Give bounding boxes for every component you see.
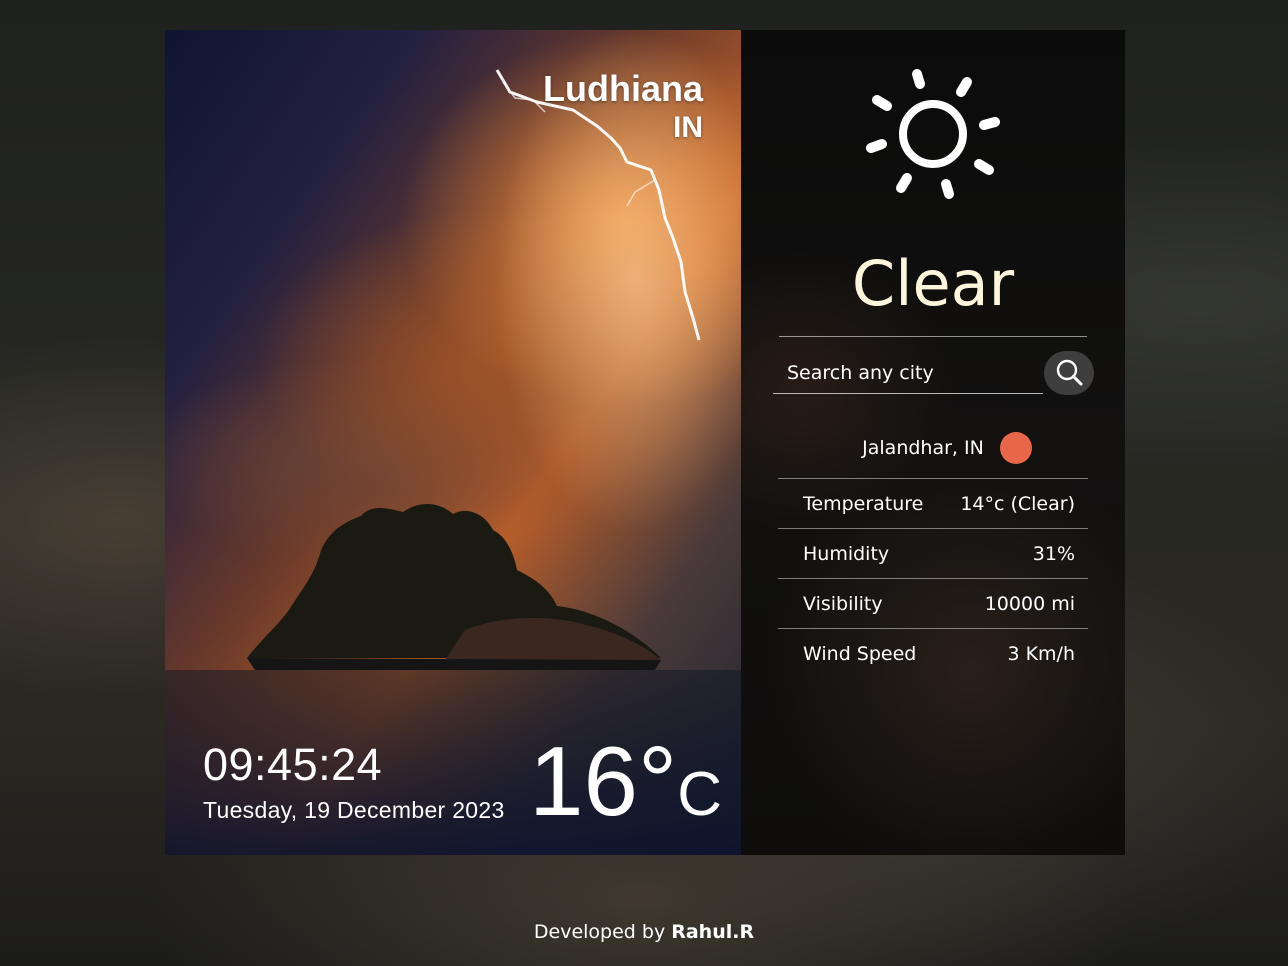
search-result-location: Jalandhar, IN: [741, 430, 1125, 466]
stat-value: 10000 mi: [984, 592, 1075, 615]
stat-value: 31%: [1032, 542, 1075, 565]
stat-value: 3 Km/h: [1007, 642, 1075, 665]
current-location: Ludhiana IN: [543, 68, 703, 146]
scene-panel: Ludhiana IN 09:45:24 Tuesday, 19 Decembe…: [165, 30, 741, 855]
search-input[interactable]: [773, 352, 1043, 394]
footer: Developed by Rahul.R: [0, 918, 1288, 946]
info-panel: Clear Jalandhar, IN Temperature 14°c (Cl…: [741, 30, 1125, 855]
current-date: Tuesday, 19 December 2023: [203, 797, 505, 823]
stat-row-temperature: Temperature 14°c (Clear): [778, 478, 1088, 528]
stat-row-wind-speed: Wind Speed 3 Km/h: [778, 628, 1088, 678]
stat-label: Visibility: [803, 592, 883, 615]
search-icon: [1056, 359, 1083, 386]
country-code: IN: [673, 111, 703, 144]
stat-row-visibility: Visibility 10000 mi: [778, 578, 1088, 628]
stat-label: Humidity: [803, 542, 890, 565]
current-time: 09:45:24: [203, 739, 383, 790]
current-temperature: 16°C: [529, 726, 722, 850]
result-location-label: Jalandhar, IN: [862, 437, 984, 459]
temperature-unit: C: [677, 760, 722, 829]
sun-icon: [866, 69, 1000, 199]
footer-prefix: Developed by: [533, 921, 666, 943]
status-dot: [999, 432, 1032, 464]
city-name: Ludhiana: [543, 68, 703, 109]
weather-stats: Temperature 14°c (Clear) Humidity 31% Vi…: [778, 478, 1088, 678]
footer-author: Rahul.R: [671, 921, 755, 943]
weather-card: Ludhiana IN 09:45:24 Tuesday, 19 Decembe…: [165, 30, 1125, 855]
search-button[interactable]: [1044, 351, 1094, 395]
divider: [779, 336, 1087, 337]
stat-value: 14°c (Clear): [960, 492, 1075, 515]
stat-label: Wind Speed: [803, 642, 917, 665]
weather-status: Clear: [851, 247, 1015, 320]
clock: 09:45:24 Tuesday, 19 December 2023: [203, 738, 505, 824]
stat-row-humidity: Humidity 31%: [778, 528, 1088, 578]
temperature-value: 16°: [529, 726, 678, 836]
stat-label: Temperature: [803, 492, 924, 515]
